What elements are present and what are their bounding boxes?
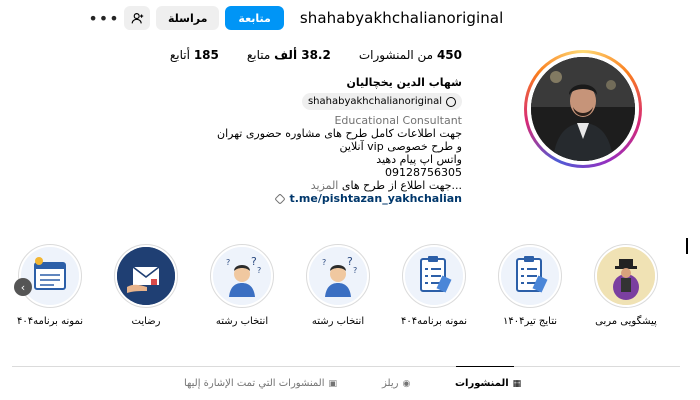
confused-person-icon: ? ? ? [309, 247, 367, 305]
tab-reels-label: ريلز [382, 378, 399, 389]
tab-reels[interactable]: ◉ ريلز [382, 378, 410, 389]
tagged-icon: ▣ [328, 378, 337, 389]
profile-bio: شهاب الدين يخچاليان shahabyakhchalianori… [172, 76, 462, 206]
followers-count-value: 38.2 ألف [274, 48, 331, 62]
posts-count: 450 من المنشورات [359, 48, 462, 62]
external-link-text: t.me/pishtazan_yakhchalian [289, 192, 462, 205]
posts-count-value: 450 [436, 48, 462, 62]
active-tab-indicator [456, 366, 514, 367]
following-count-value: 185 [193, 48, 219, 62]
profile-full-name: شهاب الدين يخچاليان [346, 76, 462, 89]
following-count[interactable]: 185 أتابع [170, 48, 219, 62]
bio-line-2: و طرح خصوصی vip آنلاین [339, 140, 462, 153]
profile-username: shahabyakhchalianoriginal [299, 9, 504, 27]
profile-avatar [531, 57, 635, 161]
threads-badge[interactable]: shahabyakhchalianoriginal [301, 93, 462, 110]
threads-icon [446, 96, 456, 107]
highlight-label: انتخاب رشته [311, 316, 365, 327]
svg-text:?: ? [226, 258, 230, 267]
profile-stats: 450 من المنشورات 38.2 ألف متابع 185 أتاب… [142, 48, 462, 62]
profile-category: Educational Consultant [334, 114, 462, 127]
bio-more-link[interactable]: المزيد [311, 179, 339, 192]
followers-count-label: متابع [246, 48, 271, 62]
tab-tagged[interactable]: ▣ المنشورات التي تمت الإشارة إليها [184, 378, 337, 389]
confused-person-icon: ? ? ? [213, 247, 271, 305]
highlight-item[interactable]: ? ? ? انتخاب رشته [202, 244, 282, 327]
highlights-scroll-left-button[interactable]: ‹ [14, 278, 32, 296]
follow-button[interactable]: متابعة [225, 6, 284, 30]
highlight-label: نمونه برنامه۴۰۴ [400, 316, 468, 327]
highlight-item[interactable]: ? ? ? انتخاب رشته [298, 244, 378, 327]
more-options-icon[interactable]: ••• [88, 6, 118, 30]
tab-posts-label: المنشورات [455, 378, 509, 389]
tab-posts[interactable]: ▦ المنشورات [455, 378, 521, 389]
bio-teaser: ...جهت اطلاع از طرح های [341, 179, 462, 192]
planner-icon [21, 247, 79, 305]
highlight-label: نتایج تیر۱۴۰۴ [502, 316, 558, 327]
highlight-item[interactable]: پیشگویی مربی [586, 244, 666, 327]
add-person-icon [131, 12, 143, 23]
bio-line-1: جهت اطلاعات کامل طرح های مشاوره حضوری ته… [216, 127, 462, 140]
reels-icon: ◉ [402, 378, 411, 389]
bio-teaser-row: ...جهت اطلاع از طرح های المزيد [172, 179, 462, 192]
highlight-label: پیشگویی مربی [595, 316, 657, 327]
profile-avatar-story-ring[interactable] [524, 50, 642, 168]
external-link[interactable]: t.me/pishtazan_yakhchalian [274, 192, 462, 205]
following-count-label: أتابع [169, 48, 190, 62]
bio-link-row: t.me/pishtazan_yakhchalian [172, 192, 462, 206]
link-icon [274, 192, 287, 205]
highlight-label: نمونه برنامه۴۰۴ [16, 316, 84, 327]
svg-text:?: ? [322, 258, 326, 267]
chevron-left-icon: ‹ [20, 280, 26, 294]
threads-handle: shahabyakhchalianoriginal [307, 96, 442, 107]
highlight-item[interactable]: نتایج تیر۱۴۰۴ [490, 244, 570, 327]
page-scroll-indicator [686, 238, 688, 254]
story-highlights: پیشگویی مربی نتایج تیر۱۴۰۴ نمونه برنامه۴… [0, 244, 700, 334]
clipboard-icon [501, 247, 559, 305]
highlight-item[interactable]: رضایت [106, 244, 186, 327]
bio-line-3: واتس اپ پیام دهید [376, 153, 462, 166]
bio-line-4: 09128756305 [385, 166, 462, 179]
highlight-label: رضایت [131, 316, 161, 327]
suggested-users-button[interactable] [124, 6, 150, 30]
highlight-item[interactable]: نمونه برنامه۴۰۴ [394, 244, 474, 327]
tab-tagged-label: المنشورات التي تمت الإشارة إليها [184, 378, 325, 389]
clipboard-icon [405, 247, 463, 305]
svg-text:?: ? [353, 266, 357, 275]
fortune-teller-icon [597, 247, 655, 305]
posts-count-label: من المنشورات [358, 48, 434, 62]
grid-icon: ▦ [512, 378, 522, 389]
followers-count[interactable]: 38.2 ألف متابع [247, 48, 331, 62]
svg-text:?: ? [257, 266, 261, 275]
profile-action-row: ••• مراسلة متابعة shahabyakhchalianorigi… [88, 5, 504, 31]
message-button[interactable]: مراسلة [156, 6, 220, 30]
tabs-divider [12, 366, 680, 367]
highlight-label: انتخاب رشته [215, 316, 269, 327]
envelope-hand-icon [117, 247, 175, 305]
